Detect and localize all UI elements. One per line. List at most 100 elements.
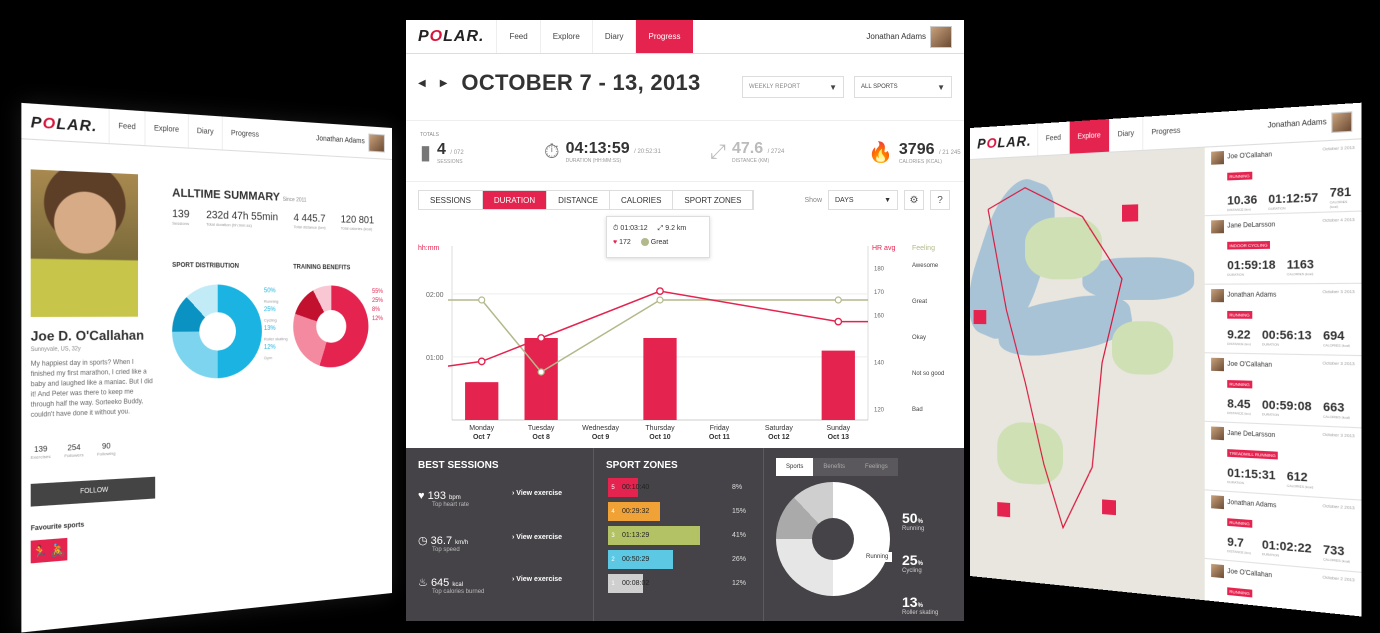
nav-diary[interactable]: Diary	[591, 20, 636, 53]
help-button[interactable]: ?	[930, 190, 950, 210]
user-menu[interactable]: Jonathan Adams	[866, 25, 952, 48]
map-marker-icon[interactable]	[997, 502, 1011, 518]
report-type-select[interactable]: WEEKLY REPORT ▼	[742, 76, 844, 98]
feeling-axis-label: Feeling	[912, 245, 935, 252]
running-icon: 🏃	[32, 544, 48, 560]
duration-bar[interactable]	[643, 338, 677, 420]
y-tick-label: 01:00	[426, 355, 444, 362]
map-marker-icon[interactable]	[1102, 499, 1116, 516]
list-item[interactable]: Joe O'Callahan RUNNING October 3 2013 8.…	[1204, 353, 1362, 429]
x-tick-label: Tuesday	[528, 425, 555, 432]
follow-button[interactable]: FOLLOW	[30, 476, 156, 507]
period-select[interactable]: DAYS ▼	[828, 190, 898, 210]
feeling-tick-label: Not so good	[912, 371, 944, 377]
list-item[interactable]: Joe O'Callahan RUNNING October 3 2013 10…	[1204, 139, 1362, 217]
zone-percent: 41%	[732, 532, 747, 539]
view-exercise-link[interactable]: › View exercise	[512, 576, 562, 583]
stat-following[interactable]: 90 Following	[97, 443, 116, 457]
duration-bar[interactable]	[821, 350, 855, 420]
sport-legend: 50% Running 25% Cycling 13% Roller skating …	[263, 288, 288, 361]
duration-bar[interactable]	[524, 338, 558, 420]
nav-progress[interactable]: Progress	[221, 116, 267, 152]
user-menu[interactable]: Jonathan Adams	[1267, 110, 1353, 136]
sport-tag: RUNNING	[1227, 518, 1252, 528]
tab-benefits[interactable]: Benefits	[813, 458, 855, 476]
sport-distribution-pie[interactable]	[776, 482, 890, 596]
profile-bio: My happiest day in sports? When I finish…	[30, 359, 153, 420]
avatar	[1211, 495, 1224, 510]
favourite-sports-icons[interactable]: 🏃 🚴	[30, 537, 68, 564]
nav-feed[interactable]: Feed	[1037, 121, 1069, 156]
nav-explore[interactable]: Explore	[539, 20, 592, 53]
zone-bar[interactable]: 01:13:29	[618, 526, 700, 545]
prev-week-button[interactable]: ◀	[418, 78, 426, 89]
nav-explore[interactable]: Explore	[144, 111, 188, 148]
tab-distance[interactable]: DISTANCE	[547, 191, 610, 209]
list-item[interactable]: Jonathan Adams RUNNING October 3 2013 9.…	[1204, 283, 1362, 357]
nav-feed[interactable]: Feed	[496, 20, 539, 53]
tab-sessions[interactable]: SESSIONS	[419, 191, 483, 209]
profile-location: Sunnyvale, US, 32y	[30, 345, 81, 354]
stopwatch-icon: ⏱	[613, 225, 619, 232]
training-benefits-donut[interactable]	[293, 285, 369, 369]
polar-logo[interactable]: POLAR.	[977, 132, 1031, 151]
gear-icon: ⚙	[909, 194, 919, 206]
tab-calories[interactable]: CALORIES	[609, 191, 674, 209]
zone-bar[interactable]: 00:50:29	[618, 550, 673, 569]
duration-bar[interactable]	[465, 382, 499, 420]
sport-filter-select[interactable]: ALL SPORTS ▼	[854, 76, 952, 98]
nav-diary[interactable]: Diary	[1108, 116, 1143, 152]
stat-followers[interactable]: 254 Followers	[64, 444, 83, 458]
stat-exercises[interactable]: 139 Exercises	[31, 446, 51, 460]
tab-sport-zones[interactable]: SPORT ZONES	[673, 191, 754, 209]
zone-bar[interactable]: 00:29:32	[618, 502, 660, 521]
polar-logo[interactable]: POLAR.	[31, 112, 98, 134]
profile-stats: 139 Exercises 254 Followers 90 Following	[31, 443, 116, 460]
polar-logo[interactable]: POLAR.	[418, 28, 484, 46]
view-exercise-link[interactable]: › View exercise	[512, 490, 562, 497]
nav-diary[interactable]: Diary	[187, 114, 222, 150]
zone-bar[interactable]: 00:10:40	[618, 478, 649, 497]
map-marker-icon[interactable]	[1122, 204, 1139, 222]
sport-tag: TREADMILL RUNNING	[1227, 449, 1278, 460]
chart-tooltip: ⏱ 01:03:12 ⤢ 9.2 km ♥ 172 Great	[606, 216, 710, 258]
nav-progress[interactable]: Progress	[1142, 113, 1189, 150]
nav-feed[interactable]: Feed	[108, 108, 145, 146]
zone-bar[interactable]: 00:08:02	[618, 574, 649, 593]
avatar	[1211, 220, 1224, 234]
nav-explore[interactable]: Explore	[1068, 119, 1109, 154]
sport-distribution-donut[interactable]	[172, 284, 262, 380]
zone-percent: 8%	[732, 484, 743, 491]
x-tick-label: Friday	[710, 425, 730, 432]
feeling-tick-label: Bad	[912, 407, 923, 413]
x-tick-label: Oct 10	[649, 434, 671, 441]
user-name: Jonathan Adams	[1267, 118, 1327, 130]
stopwatch-icon: ⏱	[544, 140, 560, 163]
feeling-tick-label: Okay	[912, 335, 926, 341]
cycling-icon: 🚴	[50, 543, 67, 558]
feeling-tick-label: Great	[912, 299, 927, 305]
sport-tag: RUNNING	[1227, 310, 1252, 319]
tab-feelings[interactable]: Feelings	[855, 458, 898, 476]
list-item[interactable]: Jane DeLarsson INDOOR CYCLING October 4 …	[1204, 211, 1362, 285]
tab-sports[interactable]: Sports	[776, 458, 814, 476]
hr-point	[834, 317, 843, 326]
x-tick-label: Monday	[469, 425, 494, 432]
user-name: Jonathan Adams	[316, 135, 365, 146]
x-tick-label: Sunday	[826, 425, 850, 432]
zone-percent: 26%	[732, 556, 747, 563]
next-week-button[interactable]: ▶	[440, 78, 448, 89]
view-exercise-link[interactable]: › View exercise	[512, 534, 562, 541]
nav-progress[interactable]: Progress	[635, 20, 693, 53]
settings-button[interactable]: ⚙	[904, 190, 924, 210]
route-map[interactable]	[970, 147, 1205, 605]
feeling-point	[537, 368, 545, 376]
map-marker-icon[interactable]	[973, 310, 987, 325]
list-item[interactable]: Jane DeLarsson TREADMILL RUNNING October…	[1204, 421, 1362, 501]
feeling-icon	[640, 238, 649, 247]
user-menu[interactable]: Jonathan Adams	[316, 130, 385, 153]
zone-row-5: 5 00:10:40 8%	[608, 478, 742, 497]
sport-tag: RUNNING	[1227, 171, 1252, 181]
x-tick-label: Saturday	[765, 425, 794, 432]
tab-duration[interactable]: DURATION	[482, 191, 548, 209]
